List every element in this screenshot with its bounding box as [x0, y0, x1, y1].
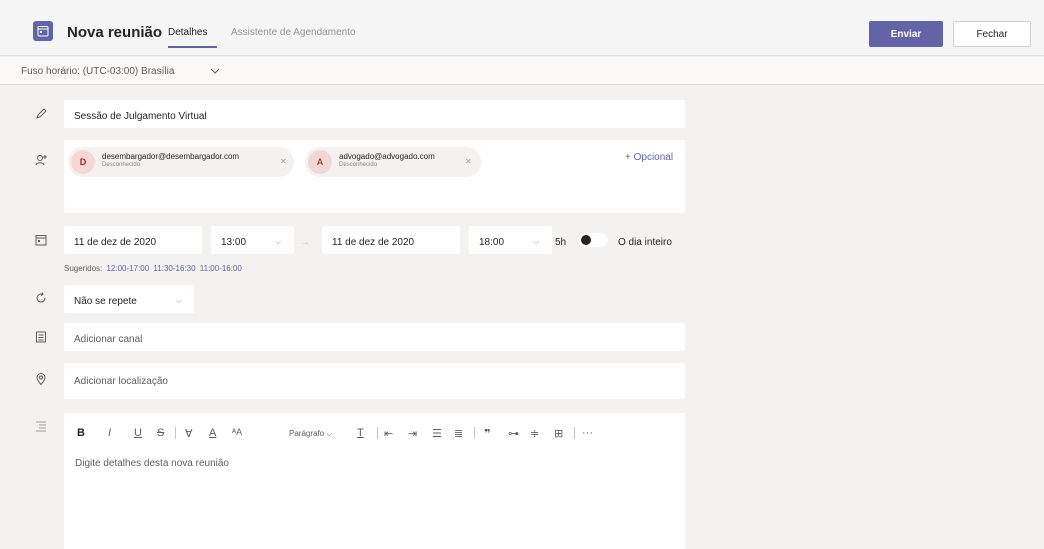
- indent-icon[interactable]: ⇥: [408, 427, 417, 440]
- text-align-icon: [34, 419, 48, 433]
- timezone-selector[interactable]: Fuso horário: (UTC-03:00) Brasília: [21, 66, 174, 77]
- channel-input[interactable]: Adicionar canal: [74, 334, 142, 345]
- more-icon[interactable]: ···: [582, 427, 593, 439]
- link-icon[interactable]: ⊶: [508, 427, 519, 440]
- underline-icon[interactable]: U: [134, 427, 142, 439]
- chevron-down-icon[interactable]: [210, 66, 220, 76]
- paragraph-dropdown[interactable]: Parágrafo ⌵: [289, 429, 332, 439]
- remove-attendee-icon[interactable]: ✕: [465, 157, 472, 166]
- all-day-toggle[interactable]: [578, 233, 608, 247]
- calendar-icon: [34, 233, 48, 247]
- send-button[interactable]: Enviar: [869, 21, 943, 47]
- attendee-status: Desconhecido: [339, 162, 378, 168]
- location-icon: [34, 372, 48, 386]
- arrow-right-icon: →: [300, 237, 310, 248]
- toolbar-divider: [474, 427, 475, 439]
- close-button[interactable]: Fechar: [953, 21, 1031, 47]
- remove-attendee-icon[interactable]: ✕: [280, 157, 287, 166]
- attendee-email: advogado@advogado.com: [339, 152, 435, 161]
- calendar-icon: [33, 21, 53, 41]
- attendee-chip[interactable]: D desembargador@desembargador.com Descon…: [68, 147, 294, 177]
- chevron-down-icon: ⌵: [533, 237, 540, 246]
- add-person-icon: [34, 153, 48, 167]
- avatar: D: [71, 150, 95, 174]
- tab-scheduling-assistant[interactable]: Assistente de Agendamento: [231, 27, 356, 38]
- toolbar-divider: [574, 427, 575, 439]
- channel-icon: [34, 330, 48, 344]
- channel-field[interactable]: Adicionar canal: [64, 323, 685, 351]
- highlight-icon[interactable]: ∀: [185, 427, 193, 440]
- repeat-select[interactable]: Não se repete ⌵: [64, 285, 194, 313]
- end-date-value: 11 de dez de 2020: [332, 237, 415, 248]
- end-time-value: 18:00: [479, 237, 505, 248]
- location-input[interactable]: Adicionar localização: [74, 376, 168, 387]
- timezone-bar: Fuso horário: (UTC-03:00) Brasília: [0, 57, 1044, 85]
- details-input[interactable]: Digite detalhes desta nova reunião: [75, 458, 229, 469]
- italic-icon[interactable]: I: [108, 427, 111, 439]
- repeat-icon: [34, 291, 48, 305]
- quote-icon[interactable]: ❞: [484, 427, 490, 440]
- attendee-status: Desconhecido: [102, 162, 141, 168]
- outdent-icon[interactable]: ⇤: [384, 427, 393, 440]
- paragraph-label: Parágrafo: [289, 429, 325, 438]
- pencil-icon: [34, 107, 48, 121]
- horizontal-line-icon[interactable]: ≑: [530, 427, 539, 440]
- font-color-icon[interactable]: A: [209, 427, 216, 439]
- page-title: Nova reunião: [67, 24, 163, 41]
- tab-details[interactable]: Detalhes: [168, 27, 207, 38]
- optional-attendees-link[interactable]: + Opcional: [625, 152, 673, 163]
- active-tab-indicator: [168, 46, 217, 48]
- duration-label: 5h: [555, 237, 567, 248]
- toolbar-divider: [175, 427, 176, 439]
- suggested-times: Sugeridos: 12:00-17:00 11:30-16:30 11:00…: [64, 264, 242, 273]
- start-time-value: 13:00: [221, 237, 247, 248]
- suggested-label: Sugeridos:: [64, 264, 103, 273]
- start-date-value: 11 de dez de 2020: [74, 237, 157, 248]
- chevron-down-icon: ⌵: [275, 237, 282, 246]
- start-time-select[interactable]: 13:00 ⌵: [211, 226, 294, 254]
- attendee-email: desembargador@desembargador.com: [102, 152, 240, 161]
- toolbar-divider: [377, 427, 378, 439]
- avatar: A: [308, 150, 332, 174]
- repeat-value: Não se repete: [74, 296, 137, 307]
- title-input[interactable]: Sessão de Julgamento Virtual: [74, 111, 207, 122]
- font-size-icon[interactable]: ᴬA: [232, 427, 242, 437]
- end-date-picker[interactable]: 11 de dez de 2020: [322, 226, 460, 254]
- details-editor[interactable]: B I U S ∀ A ᴬA Parágrafo ⌵ T ⇤ ⇥ ☰ ≣ ❞ ⊶…: [64, 413, 685, 549]
- clear-format-icon[interactable]: T: [357, 427, 364, 439]
- title-field[interactable]: Sessão de Julgamento Virtual: [64, 100, 685, 128]
- table-icon[interactable]: ⊞: [554, 427, 563, 440]
- suggested-time[interactable]: 11:30-16:30: [153, 264, 195, 273]
- attendee-chip[interactable]: A advogado@advogado.com Desconhecido ✕: [305, 147, 481, 177]
- strikethrough-icon[interactable]: S: [157, 427, 164, 439]
- toggle-knob: [581, 235, 591, 245]
- all-day-label: O dia inteiro: [618, 237, 672, 248]
- numbered-list-icon[interactable]: ≣: [454, 427, 463, 440]
- chevron-down-icon: ⌵: [176, 296, 183, 305]
- header: Nova reunião Detalhes Assistente de Agen…: [0, 0, 1044, 56]
- suggested-time[interactable]: 11:00-16:00: [200, 264, 242, 273]
- end-time-select[interactable]: 18:00 ⌵: [469, 226, 552, 254]
- suggested-time[interactable]: 12:00-17:00: [106, 264, 149, 273]
- location-field[interactable]: Adicionar localização: [64, 363, 685, 399]
- bullet-list-icon[interactable]: ☰: [432, 427, 442, 440]
- start-date-picker[interactable]: 11 de dez de 2020: [64, 226, 202, 254]
- bold-icon[interactable]: B: [77, 427, 85, 439]
